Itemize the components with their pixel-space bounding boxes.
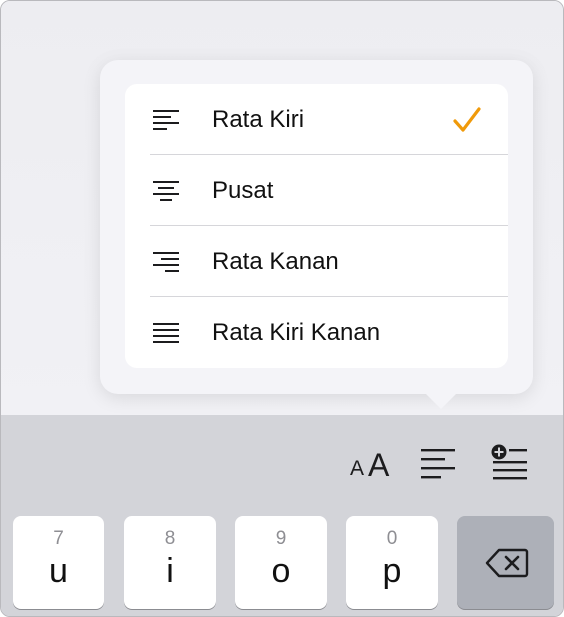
checkmark-icon	[453, 107, 481, 132]
menu-item-align-left[interactable]: Rata Kiri	[125, 84, 508, 155]
align-justify-icon	[153, 323, 179, 343]
menu-item-align-center[interactable]: Pusat	[125, 155, 508, 226]
menu-item-align-right[interactable]: Rata Kanan	[125, 226, 508, 297]
key-hint: 7	[53, 528, 64, 549]
key-letter: p	[382, 552, 402, 590]
key-hint: 9	[275, 528, 287, 549]
delete-key[interactable]	[457, 516, 554, 609]
text-size-button[interactable]: A A	[348, 443, 392, 483]
key-hint: 8	[164, 528, 176, 549]
key-hint: 0	[386, 528, 398, 549]
menu-item-label: Pusat	[212, 177, 274, 204]
keyboard: A A 7 u 8 i 9 o 0 p	[1, 415, 563, 616]
key-letter: o	[271, 552, 291, 590]
alignment-popover: Rata Kiri Pusat Rata Kanan Rata Kiri Kan…	[100, 60, 533, 394]
key-o[interactable]: 9 o	[235, 516, 327, 609]
app-window: Rata Kiri Pusat Rata Kanan Rata Kiri Kan…	[0, 0, 564, 617]
key-letter: u	[49, 552, 68, 590]
alignment-menu: Rata Kiri Pusat Rata Kanan Rata Kiri Kan…	[125, 84, 508, 368]
key-letter: i	[166, 552, 174, 590]
text-size-large-glyph: A	[368, 447, 390, 483]
align-left-icon	[153, 110, 179, 130]
menu-item-align-justify[interactable]: Rata Kiri Kanan	[125, 297, 508, 368]
popover-arrow	[425, 393, 457, 409]
delete-backspace-icon	[485, 548, 529, 578]
menu-item-label: Rata Kiri Kanan	[212, 319, 381, 346]
key-i[interactable]: 8 i	[124, 516, 216, 609]
paragraph-align-icon[interactable]	[421, 449, 457, 479]
menu-item-label: Rata Kanan	[212, 248, 339, 275]
align-right-icon	[153, 252, 179, 272]
text-size-small-glyph: A	[350, 457, 365, 480]
insert-list-item-icon[interactable]	[491, 444, 529, 480]
key-p[interactable]: 0 p	[346, 516, 438, 609]
key-u[interactable]: 7 u	[13, 516, 104, 609]
align-center-icon	[153, 181, 179, 201]
menu-item-label: Rata Kiri	[212, 106, 305, 133]
